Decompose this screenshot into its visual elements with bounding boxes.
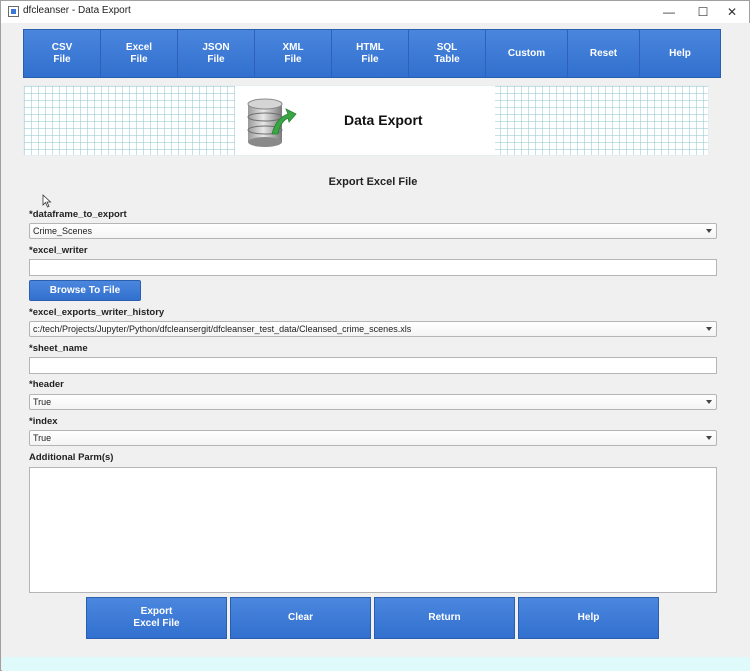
chevron-down-icon [706, 436, 712, 440]
excel-writer-input[interactable] [29, 259, 717, 276]
status-strip [2, 657, 750, 671]
sheet-name-label: *sheet_name [29, 343, 88, 354]
main-content: CSV File Excel File JSON File XML File H… [2, 23, 750, 657]
action-buttons: Export Excel File Clear Return Help [86, 597, 659, 639]
html-file-button[interactable]: HTML File [332, 30, 409, 77]
additional-parms-textarea[interactable] [29, 467, 717, 593]
help-button[interactable]: Help [518, 597, 659, 639]
sheet-name-input[interactable] [29, 357, 717, 374]
return-button[interactable]: Return [374, 597, 515, 639]
dataframe-to-export-select[interactable]: Crime_Scenes [29, 223, 717, 239]
chevron-down-icon [706, 327, 712, 331]
dataframe-to-export-label: *dataframe_to_export [29, 209, 127, 220]
banner-title: Data Export [344, 112, 423, 128]
csv-file-button[interactable]: CSV File [24, 30, 101, 77]
header-value: True [33, 397, 52, 407]
close-icon[interactable]: ✕ [715, 1, 749, 23]
excel-file-button[interactable]: Excel File [101, 30, 178, 77]
index-value: True [33, 433, 52, 443]
title-bar: dfcleanser - Data Export — ☐ ✕ [1, 1, 749, 23]
chevron-down-icon [706, 229, 712, 233]
index-select[interactable]: True [29, 430, 717, 446]
excel-exports-writer-history-label: *excel_exports_writer_history [29, 307, 165, 318]
xml-file-button[interactable]: XML File [255, 30, 332, 77]
index-label: *index [29, 416, 58, 427]
export-type-toolbar: CSV File Excel File JSON File XML File H… [23, 29, 721, 78]
app-window: dfcleanser - Data Export — ☐ ✕ CSV File … [0, 0, 750, 671]
export-excel-file-button[interactable]: Export Excel File [86, 597, 227, 639]
mouse-cursor-icon [42, 194, 52, 208]
sql-table-button[interactable]: SQL Table [409, 30, 486, 77]
custom-button[interactable]: Custom [486, 30, 568, 77]
app-icon [8, 6, 19, 17]
banner: Data Export [23, 85, 709, 156]
excel-exports-writer-history-select[interactable]: c:/tech/Projects/Jupyter/Python/dfcleans… [29, 321, 717, 337]
reset-button[interactable]: Reset [568, 30, 640, 77]
excel-exports-writer-history-value: c:/tech/Projects/Jupyter/Python/dfcleans… [33, 324, 412, 334]
header-select[interactable]: True [29, 394, 717, 410]
chevron-down-icon [706, 400, 712, 404]
additional-parms-label: Additional Parm(s) [29, 452, 114, 463]
dataframe-to-export-value: Crime_Scenes [33, 226, 93, 236]
json-file-button[interactable]: JSON File [178, 30, 255, 77]
window-title: dfcleanser - Data Export [23, 5, 131, 16]
page-title: Export Excel File [328, 176, 418, 188]
toolbar-help-button[interactable]: Help [640, 30, 720, 77]
minimize-icon[interactable]: — [652, 1, 686, 23]
excel-writer-label: *excel_writer [29, 245, 88, 256]
header-label: *header [29, 379, 64, 390]
browse-to-file-button[interactable]: Browse To File [29, 280, 141, 301]
clear-button[interactable]: Clear [230, 597, 371, 639]
database-export-icon [247, 98, 297, 147]
